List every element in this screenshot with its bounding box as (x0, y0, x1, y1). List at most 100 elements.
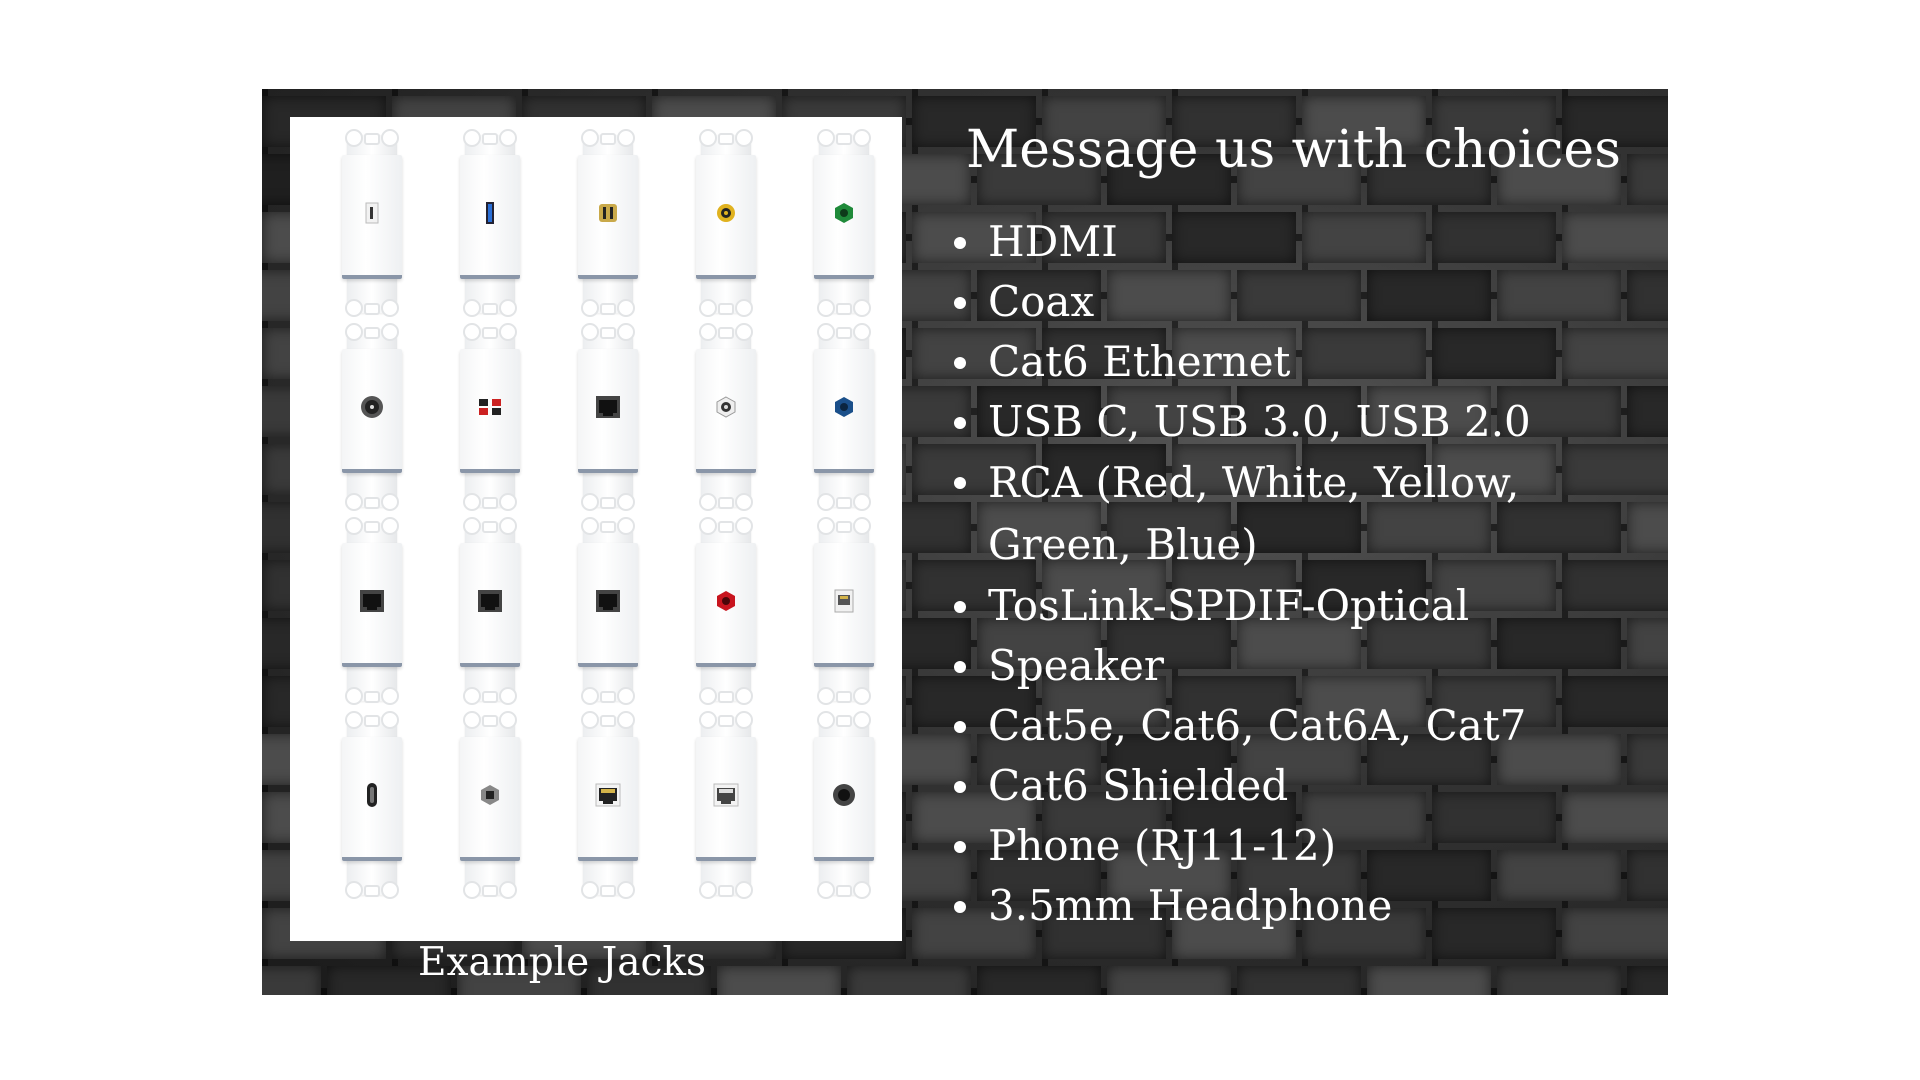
list-item: Cat6 Ethernet (952, 332, 1668, 392)
plate-ear (343, 711, 401, 729)
plate-ear (343, 687, 401, 705)
wall-plate (784, 321, 902, 515)
cat7-jack-icon (713, 783, 739, 811)
plate-face (696, 155, 756, 279)
wall-plate (312, 515, 430, 709)
plate-face (814, 155, 874, 279)
plate-ear (815, 323, 873, 341)
phone-jack-icon (834, 589, 854, 617)
wall-plate (666, 321, 784, 515)
plate-face (342, 543, 402, 667)
plate-face (460, 543, 520, 667)
page-heading: Message us with choices (966, 120, 1621, 180)
plate-ear (343, 493, 401, 511)
plate-ear (579, 517, 637, 535)
plate-ear (461, 323, 519, 341)
wall-plate (548, 321, 666, 515)
plate-face (578, 543, 638, 667)
plate-ear (461, 517, 519, 535)
plate-ear (815, 881, 873, 899)
plate-ear (815, 493, 873, 511)
plate-face (578, 155, 638, 279)
wall-plate (666, 709, 784, 903)
cat6-jack-icon (477, 589, 503, 617)
cat6a-jack-icon (595, 589, 621, 617)
cat5e-jack-icon (359, 589, 385, 617)
plate-face (460, 155, 520, 279)
plate-face (814, 737, 874, 861)
wall-plate (312, 709, 430, 903)
plate-ear (697, 129, 755, 147)
wall-plate (784, 709, 902, 903)
plate-face (460, 349, 520, 473)
wall-plate (430, 321, 548, 515)
wall-plate (312, 321, 430, 515)
plate-face (814, 349, 874, 473)
plate-ear (697, 711, 755, 729)
plate-ear (343, 323, 401, 341)
wall-plate (548, 709, 666, 903)
wall-plate (666, 515, 784, 709)
jack-grid (312, 127, 892, 899)
plate-face (696, 543, 756, 667)
plate-face (578, 737, 638, 861)
wall-plate (430, 515, 548, 709)
plate-face (696, 737, 756, 861)
plate-ear (461, 711, 519, 729)
plate-ear (815, 687, 873, 705)
plate-face (342, 349, 402, 473)
plate-ear (579, 881, 637, 899)
plate-ear (461, 687, 519, 705)
list-item: TosLink-SPDIF-Optical (952, 576, 1668, 636)
usb-jack-icon (365, 202, 379, 228)
plate-face (578, 349, 638, 473)
cat6-shielded-jack-icon (595, 783, 621, 811)
plate-ear (579, 299, 637, 317)
plate-ear (697, 881, 755, 899)
list-item: Cat5e, Cat6, Cat6A, Cat7 (952, 696, 1668, 756)
plate-ear (343, 881, 401, 899)
wall-plate (666, 127, 784, 321)
hdmi-gold-jack-icon (597, 202, 619, 228)
plate-ear (697, 299, 755, 317)
plate-ear (579, 687, 637, 705)
rca-blue-jack-icon (833, 396, 855, 422)
ethernet-jack-icon (595, 395, 621, 423)
plate-face (460, 737, 520, 861)
wall-plate (430, 127, 548, 321)
plate-ear (815, 711, 873, 729)
wall-plate (430, 709, 548, 903)
list-item: 3.5mm Headphone (952, 876, 1668, 936)
coax-jack-icon (359, 394, 385, 424)
plate-face (342, 737, 402, 861)
plate-face (696, 349, 756, 473)
plate-ear (343, 129, 401, 147)
connector-list: HDMI Coax Cat6 Ethernet USB C, USB 3.0, … (952, 212, 1668, 936)
rca-white-jack-icon (715, 396, 737, 422)
panel-caption: Example Jacks (418, 940, 706, 985)
list-item: Phone (RJ11-12) (952, 816, 1668, 876)
plate-ear (697, 517, 755, 535)
plate-ear (697, 687, 755, 705)
rca-green-jack-icon (833, 202, 855, 228)
rca-yellow-jack-icon (715, 202, 737, 228)
list-item: Cat6 Shielded (952, 756, 1668, 816)
list-item: USB C, USB 3.0, USB 2.0 (952, 392, 1668, 452)
wall-plate (784, 127, 902, 321)
plate-ear (815, 129, 873, 147)
wall-plate (784, 515, 902, 709)
plate-ear (579, 323, 637, 341)
plate-ear (343, 517, 401, 535)
plate-ear (461, 493, 519, 511)
plate-ear (579, 711, 637, 729)
usb3-jack-icon (485, 201, 495, 229)
wall-plate (548, 127, 666, 321)
plate-ear (461, 129, 519, 147)
list-item: RCA (Red, White, Yellow, Green, Blue) (952, 452, 1668, 576)
rca-red-jack-icon (715, 590, 737, 616)
plate-ear (579, 493, 637, 511)
plate-ear (815, 299, 873, 317)
plate-ear (815, 517, 873, 535)
list-item: Speaker (952, 636, 1668, 696)
plate-ear (461, 881, 519, 899)
